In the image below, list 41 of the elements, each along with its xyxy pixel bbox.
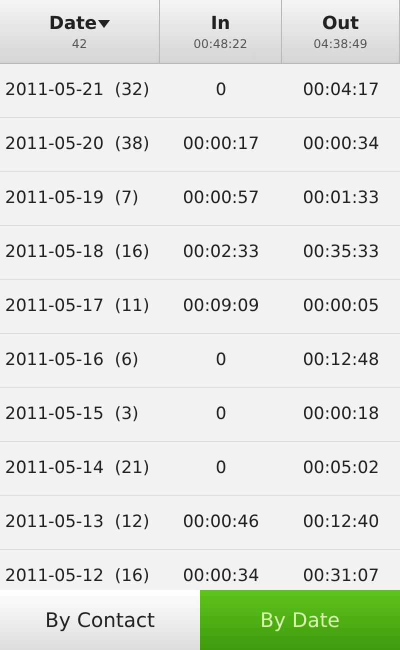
table-cell-text: 00:00:57 xyxy=(182,186,260,210)
column-title: In xyxy=(210,12,230,36)
table-cell-text: 00:00:34 xyxy=(182,564,260,588)
table-cell-text: 00:00:34 xyxy=(302,132,380,156)
column-total: 04:38:49 xyxy=(314,36,368,52)
table-cell-text: 00:02:33 xyxy=(182,240,260,264)
table-cell-text: 00:09:09 xyxy=(182,294,260,318)
table-cell: 2011-05-14 (21) xyxy=(5,458,150,478)
table-cell: 2011-05-13 (12) xyxy=(5,512,150,532)
column-header[interactable]: Out 04:38:49 xyxy=(282,0,400,64)
table-cell: 2011-05-16 (6) xyxy=(5,350,139,370)
table-cell: 2011-05-20 (38) xyxy=(5,134,150,154)
table-cell-text: 00:00:18 xyxy=(302,402,380,426)
table-cell-text: 0 xyxy=(216,78,226,102)
table-cell-text: 00:00:05 xyxy=(302,294,380,318)
table-cell-text: 00:00:17 xyxy=(182,132,260,156)
column-header[interactable]: Date 42 xyxy=(0,0,160,64)
table-cell-text: 00:35:33 xyxy=(302,240,380,264)
table-cell-text: 00:00:46 xyxy=(182,510,260,534)
table-cell-text: 00:12:48 xyxy=(302,348,380,372)
table-cell-text: 0 xyxy=(216,402,226,426)
table-cell-text: 00:12:40 xyxy=(302,510,380,534)
table-cell: 2011-05-17 (11) xyxy=(5,296,150,316)
column-title: Out xyxy=(322,12,359,36)
sort-descending-icon xyxy=(98,20,110,28)
tab[interactable]: By Contact xyxy=(0,590,200,650)
table-cell-text: 00:31:07 xyxy=(302,564,380,588)
table-cell-text: 00:01:33 xyxy=(302,186,380,210)
table-cell: 2011-05-19 (7) xyxy=(5,188,139,208)
table-cell: 2011-05-18 (16) xyxy=(5,242,150,262)
table-cell-text: 00:05:02 xyxy=(302,456,380,480)
column-total: 00:48:22 xyxy=(194,36,248,52)
table-cell-text: 0 xyxy=(216,348,226,372)
table-cell: 2011-05-15 (3) xyxy=(5,404,139,424)
column-header[interactable]: In 00:48:22 xyxy=(160,0,282,64)
table-cell: 2011-05-12 (16) xyxy=(5,566,150,586)
table-cell: 2011-05-21 (32) xyxy=(5,80,150,100)
column-title: Date xyxy=(49,12,97,36)
table-cell-text: 00:04:17 xyxy=(302,78,380,102)
column-total: 42 xyxy=(72,36,88,52)
table-cell-text: 0 xyxy=(216,456,226,480)
